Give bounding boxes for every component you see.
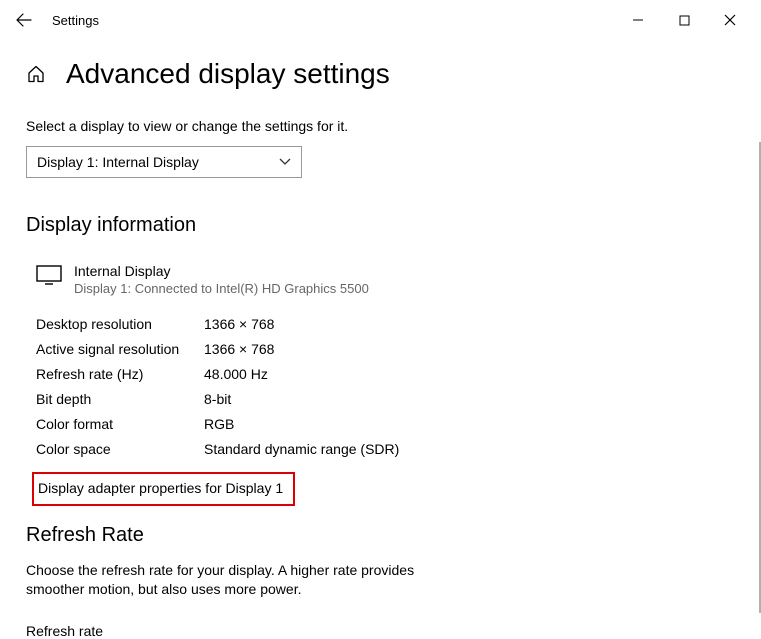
- adapter-link-highlight: Display adapter properties for Display 1: [32, 472, 295, 506]
- display-connection: Display 1: Connected to Intel(R) HD Grap…: [74, 281, 369, 296]
- back-arrow-icon: [16, 12, 32, 28]
- monitor-icon: [36, 265, 62, 285]
- window-title: Settings: [52, 13, 99, 28]
- refresh-rate-heading: Refresh Rate: [26, 524, 735, 547]
- dropdown-value: Display 1: Internal Display: [37, 154, 199, 170]
- info-label: Refresh rate (Hz): [36, 366, 204, 382]
- display-info-table: Desktop resolution 1366 × 768 Active sig…: [26, 316, 735, 457]
- info-row: Refresh rate (Hz) 48.000 Hz: [36, 366, 735, 382]
- info-label: Color format: [36, 416, 204, 432]
- info-value: 1366 × 768: [204, 316, 274, 332]
- info-row: Desktop resolution 1366 × 768: [36, 316, 735, 332]
- page-title: Advanced display settings: [66, 58, 390, 90]
- info-row: Bit depth 8-bit: [36, 391, 735, 407]
- info-row: Active signal resolution 1366 × 768: [36, 341, 735, 357]
- info-value: RGB: [204, 416, 234, 432]
- content-area: Advanced display settings Select a displ…: [0, 40, 761, 639]
- info-value: 1366 × 768: [204, 341, 274, 357]
- info-value: Standard dynamic range (SDR): [204, 441, 399, 457]
- display-summary: Internal Display Display 1: Connected to…: [26, 263, 735, 296]
- maximize-button[interactable]: [661, 4, 707, 36]
- info-label: Active signal resolution: [36, 341, 204, 357]
- titlebar: Settings: [0, 0, 761, 40]
- info-row: Color space Standard dynamic range (SDR): [36, 441, 735, 457]
- minimize-button[interactable]: [615, 4, 661, 36]
- adapter-properties-link[interactable]: Display adapter properties for Display 1: [38, 480, 283, 496]
- refresh-rate-label: Refresh rate: [26, 623, 735, 639]
- minimize-icon: [632, 14, 644, 26]
- page-header: Advanced display settings: [26, 58, 735, 90]
- info-value: 8-bit: [204, 391, 231, 407]
- info-row: Color format RGB: [36, 416, 735, 432]
- display-name: Internal Display: [74, 263, 369, 279]
- chevron-down-icon: [279, 158, 291, 166]
- info-label: Color space: [36, 441, 204, 457]
- instruction-text: Select a display to view or change the s…: [26, 118, 735, 134]
- info-label: Desktop resolution: [36, 316, 204, 332]
- close-button[interactable]: [707, 4, 753, 36]
- info-value: 48.000 Hz: [204, 366, 268, 382]
- window-controls: [615, 4, 753, 36]
- home-icon[interactable]: [26, 64, 46, 84]
- back-button[interactable]: [8, 4, 40, 36]
- info-label: Bit depth: [36, 391, 204, 407]
- refresh-rate-description: Choose the refresh rate for your display…: [26, 561, 426, 599]
- display-selector-dropdown[interactable]: Display 1: Internal Display: [26, 146, 302, 178]
- maximize-icon: [679, 15, 690, 26]
- close-icon: [724, 14, 736, 26]
- display-info-heading: Display information: [26, 214, 735, 237]
